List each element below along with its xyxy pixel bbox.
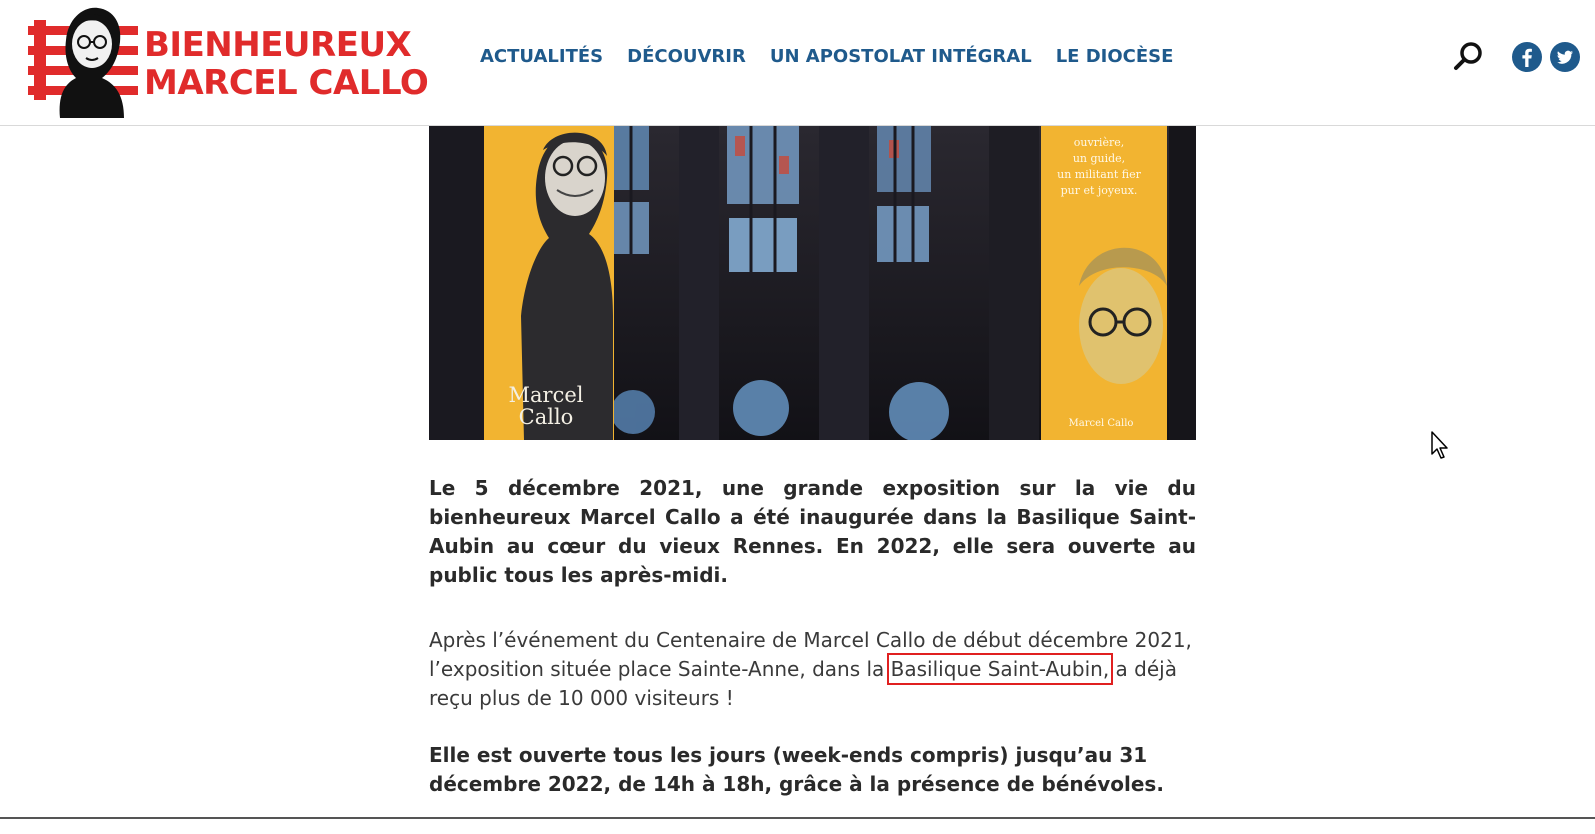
nav-apostolat-integral[interactable]: UN APOSTOLAT INTÉGRAL (770, 46, 1032, 67)
nav-le-diocese[interactable]: LE DIOCÈSE (1056, 46, 1174, 67)
site-logo[interactable]: BIENHEUREUX MARCEL CALLO (28, 0, 448, 120)
logo-wordmark: BIENHEUREUX MARCEL CALLO (144, 25, 429, 103)
banner-left-line1: Marcel (509, 383, 584, 407)
article-closing: Elle est ouverte tous les jours (week-en… (429, 743, 1164, 796)
site-header: BIENHEUREUX MARCEL CALLO ACTUALITÉS DÉCO… (0, 0, 1595, 126)
banner-right-quote-4: pur et joyeux. (1061, 184, 1138, 197)
article-lead: Le 5 décembre 2021, une grande expositio… (429, 476, 1196, 587)
main-nav: ACTUALITÉS DÉCOUVRIR UN APOSTOLAT INTÉGR… (480, 46, 1173, 67)
mouse-cursor-icon (1431, 431, 1448, 459)
banner-right-quote-3: un militant fier (1057, 168, 1141, 181)
twitter-icon[interactable] (1550, 42, 1580, 72)
logo-line-2: MARCEL CALLO (144, 63, 429, 103)
basilica-saint-aubin-link[interactable]: Basilique Saint-Aubin, (886, 653, 1114, 685)
search-icon[interactable] (1452, 40, 1486, 74)
nav-decouvrir[interactable]: DÉCOUVRIR (627, 46, 746, 67)
nav-actualites[interactable]: ACTUALITÉS (480, 46, 603, 67)
banner-right-name: Marcel Callo (1069, 418, 1134, 429)
facebook-icon[interactable] (1512, 42, 1542, 72)
banner-right-quote-1: ouvrière, (1074, 136, 1124, 149)
hero-image-basilica-exhibition: Marcel Callo ouvrière, un guide, un mili… (429, 126, 1196, 440)
logo-portrait-icon (28, 7, 138, 118)
basilica-interior-illustration: Marcel Callo ouvrière, un guide, un mili… (429, 126, 1196, 440)
article-body: Le 5 décembre 2021, une grande expositio… (429, 474, 1196, 799)
logo-line-1: BIENHEUREUX (144, 25, 412, 65)
bottom-divider (0, 817, 1595, 819)
article-paragraph: Après l’événement du Centenaire de Marce… (429, 626, 1196, 713)
banner-left-line2: Callo (519, 405, 574, 429)
banner-right-quote-2: un guide, (1073, 152, 1125, 165)
